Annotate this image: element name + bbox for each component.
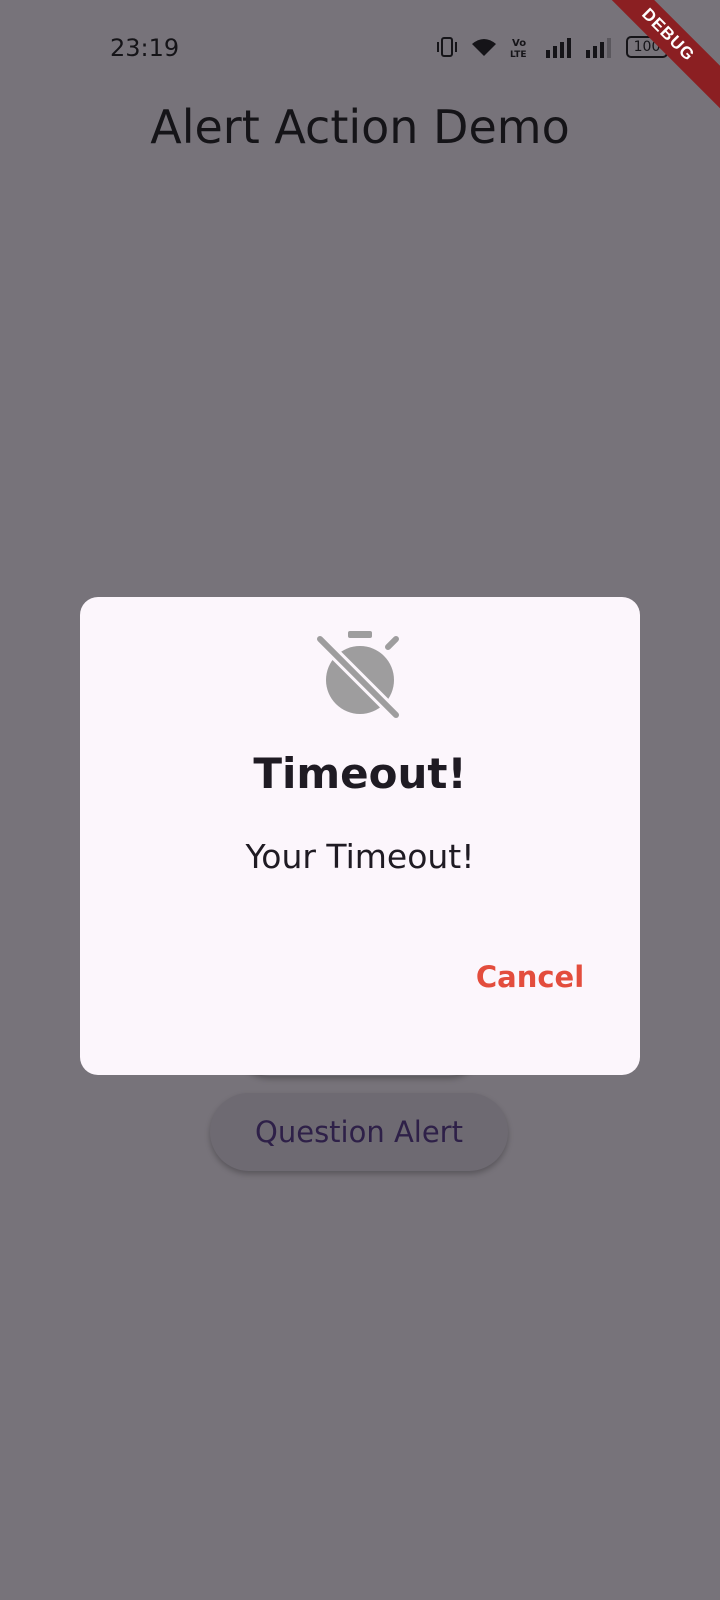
svg-text:LTE: LTE [510, 50, 527, 58]
wifi-icon [470, 36, 498, 58]
vibrate-icon [436, 36, 458, 58]
status-icons: Vo LTE 100 [436, 36, 672, 58]
status-bar: 23:19 Vo LTE 100 [0, 0, 720, 96]
status-time: 23:19 [110, 34, 180, 62]
svg-text:Vo: Vo [512, 38, 526, 49]
timer-off-icon [314, 627, 406, 720]
question-alert-button: Question Alert [210, 1093, 508, 1171]
dialog-title: Timeout! [253, 749, 467, 798]
app-screen: 23:19 Vo LTE 100 DEBUG Alert Action Demo… [0, 0, 720, 1600]
volte-icon: Vo LTE [510, 36, 534, 58]
alert-dialog: Timeout! Your Timeout! Cancel [80, 597, 640, 1075]
signal-icon [586, 36, 614, 58]
cancel-button[interactable]: Cancel [460, 949, 600, 1005]
dialog-message: Your Timeout! [245, 837, 475, 876]
signal-icon [546, 36, 574, 58]
app-bar-title: Alert Action Demo [150, 100, 570, 154]
